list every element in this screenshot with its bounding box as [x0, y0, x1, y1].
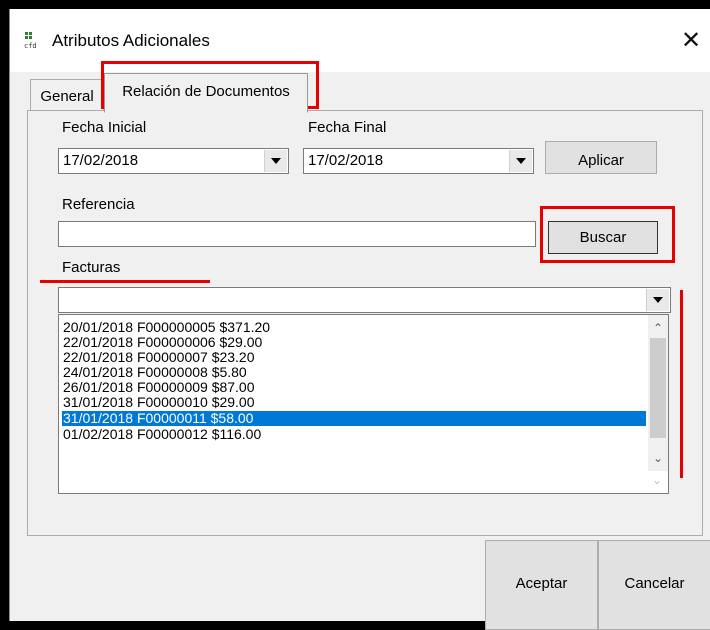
chevron-down-icon[interactable] — [646, 289, 669, 311]
fecha-final-picker[interactable]: 17/02/2018 — [303, 148, 534, 174]
tab-relacion-de-documentos[interactable]: Relación de Documentos — [104, 73, 308, 113]
aplicar-button[interactable]: Aplicar — [545, 141, 657, 174]
list-item[interactable]: 01/02/2018 F00000012 $116.00 — [62, 427, 646, 442]
chevron-down-icon: ⌄ — [651, 473, 662, 487]
list-item[interactable]: 26/01/2018 F00000009 $87.00 — [62, 380, 646, 395]
referencia-label: Referencia — [62, 196, 135, 213]
app-icon: cfd — [24, 32, 37, 49]
cancelar-button[interactable]: Cancelar — [598, 540, 710, 630]
chevron-down-icon[interactable] — [509, 150, 532, 172]
facturas-list[interactable]: 20/01/2018 F000000005 $371.20 22/01/2018… — [58, 314, 669, 472]
buscar-button[interactable]: Buscar — [548, 221, 658, 254]
fecha-inicial-value: 17/02/2018 — [63, 152, 139, 169]
list-scrollbar[interactable]: ⌃ ⌄ — [648, 315, 668, 471]
svg-text:cfd: cfd — [24, 42, 37, 49]
tab-general[interactable]: General — [30, 79, 104, 110]
list-item[interactable]: 24/01/2018 F00000008 $5.80 — [62, 365, 646, 380]
window-title: Atributos Adicionales — [52, 31, 210, 50]
list-extra-row: ⌄ — [58, 471, 669, 494]
facturas-label: Facturas — [62, 259, 121, 276]
list-item[interactable]: 22/01/2018 F000000006 $29.00 — [62, 335, 646, 350]
chevron-down-icon[interactable] — [264, 150, 287, 172]
fecha-inicial-label: Fecha Inicial — [62, 119, 147, 136]
facturas-combo[interactable] — [58, 287, 671, 313]
referencia-input[interactable] — [58, 221, 536, 247]
list-item[interactable]: 22/01/2018 F00000007 $23.20 — [62, 350, 646, 365]
chevron-up-icon[interactable]: ⌃ — [648, 318, 668, 338]
list-item-selected[interactable]: 31/01/2018 F00000011 $58.00 — [62, 411, 646, 426]
title-bar: cfd Atributos Adicionales ✕ — [10, 9, 710, 72]
fecha-final-value: 17/02/2018 — [308, 152, 384, 169]
scrollbar-thumb[interactable] — [650, 338, 666, 438]
dialog-window: cfd Atributos Adicionales ✕ General Rela… — [9, 9, 710, 630]
chevron-down-icon[interactable]: ⌄ — [648, 448, 668, 468]
list-item[interactable]: 20/01/2018 F000000005 $371.20 — [62, 320, 646, 335]
aceptar-button[interactable]: Aceptar — [485, 540, 598, 630]
fecha-inicial-picker[interactable]: 17/02/2018 — [58, 148, 289, 174]
close-button[interactable]: ✕ — [676, 26, 706, 56]
fecha-final-label: Fecha Final — [308, 119, 387, 136]
list-item[interactable]: 31/01/2018 F00000010 $29.00 — [62, 395, 646, 410]
